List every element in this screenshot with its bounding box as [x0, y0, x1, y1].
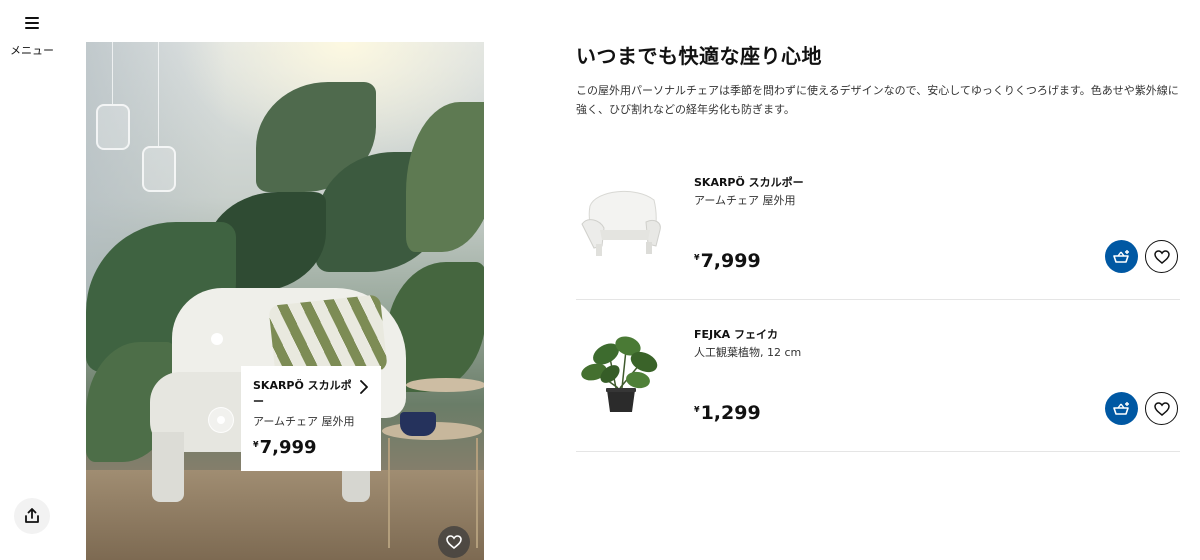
armchair-thumbnail[interactable]	[576, 176, 666, 266]
popup-product-desc: アームチェア 屋外用	[253, 415, 355, 428]
product-name[interactable]: SKARPÖ スカルポー	[694, 174, 804, 190]
lantern-wire	[158, 42, 159, 146]
product-price: ¥7,999	[694, 250, 761, 272]
navy-mug	[400, 412, 436, 436]
hamburger-icon	[25, 17, 39, 29]
product-row[interactable]: SKARPÖ スカルポー アームチェア 屋外用 ¥7,999	[576, 148, 1180, 300]
lantern	[142, 146, 176, 192]
popup-product-name: SKARPÖ スカルポー	[253, 379, 352, 408]
popup-price: ¥7,999	[253, 437, 369, 458]
product-subtitle: 人工観葉植物, 12 cm	[694, 346, 802, 359]
cart-add-icon	[1112, 401, 1129, 415]
product-popup[interactable]: SKARPÖ スカルポー アームチェア 屋外用 ¥7,999	[241, 366, 381, 471]
armchair-leg	[152, 432, 184, 502]
menu-label: メニュー	[10, 44, 54, 57]
heart-icon	[446, 535, 462, 549]
popup-price-value: 7,999	[259, 437, 317, 458]
product-list: SKARPÖ スカルポー アームチェア 屋外用 ¥7,999 FEJKA フェイ…	[576, 148, 1180, 452]
share-icon	[25, 508, 39, 523]
section-description: この屋外用パーソナルチェアは季節を問わずに使えるデザインなので、安心してゆっくり…	[576, 84, 1179, 116]
content-section: いつまでも快適な座り心地 この屋外用パーソナルチェアは季節を問わずに使えるデザイ…	[576, 40, 1180, 119]
lantern	[96, 104, 130, 150]
hero-image: SKARPÖ スカルポー アームチェア 屋外用 ¥7,999	[86, 42, 484, 560]
product-hotspot-selected[interactable]	[208, 407, 234, 433]
heart-icon	[1153, 401, 1170, 416]
share-button[interactable]	[14, 498, 50, 534]
currency-symbol: ¥	[694, 405, 700, 414]
section-title: いつまでも快適な座り心地	[576, 44, 822, 68]
chevron-right-icon	[360, 380, 368, 394]
product-price-value: 7,999	[700, 250, 761, 272]
side-table-top	[406, 378, 484, 392]
product-price: ¥1,299	[694, 402, 761, 424]
favourite-button[interactable]	[1145, 392, 1178, 425]
currency-symbol: ¥	[253, 440, 259, 449]
cart-add-icon	[1112, 249, 1129, 263]
hotspot-dot	[217, 416, 225, 424]
menu-button[interactable]: メニュー	[10, 14, 58, 62]
favourite-button[interactable]	[1145, 240, 1178, 273]
product-name[interactable]: FEJKA フェイカ	[694, 326, 778, 342]
product-hotspot[interactable]	[211, 333, 223, 345]
product-price-value: 1,299	[700, 402, 761, 424]
potted-plant-thumbnail[interactable]	[576, 328, 666, 418]
plant-leaf	[406, 102, 484, 252]
hero-favourite-button[interactable]	[438, 526, 470, 558]
add-to-cart-button[interactable]	[1105, 240, 1138, 273]
add-to-cart-button[interactable]	[1105, 392, 1138, 425]
currency-symbol: ¥	[694, 253, 700, 262]
lantern-wire	[112, 42, 113, 104]
product-subtitle: アームチェア 屋外用	[694, 194, 796, 207]
product-row[interactable]: FEJKA フェイカ 人工観葉植物, 12 cm ¥1,299	[576, 300, 1180, 452]
heart-icon	[1153, 249, 1170, 264]
